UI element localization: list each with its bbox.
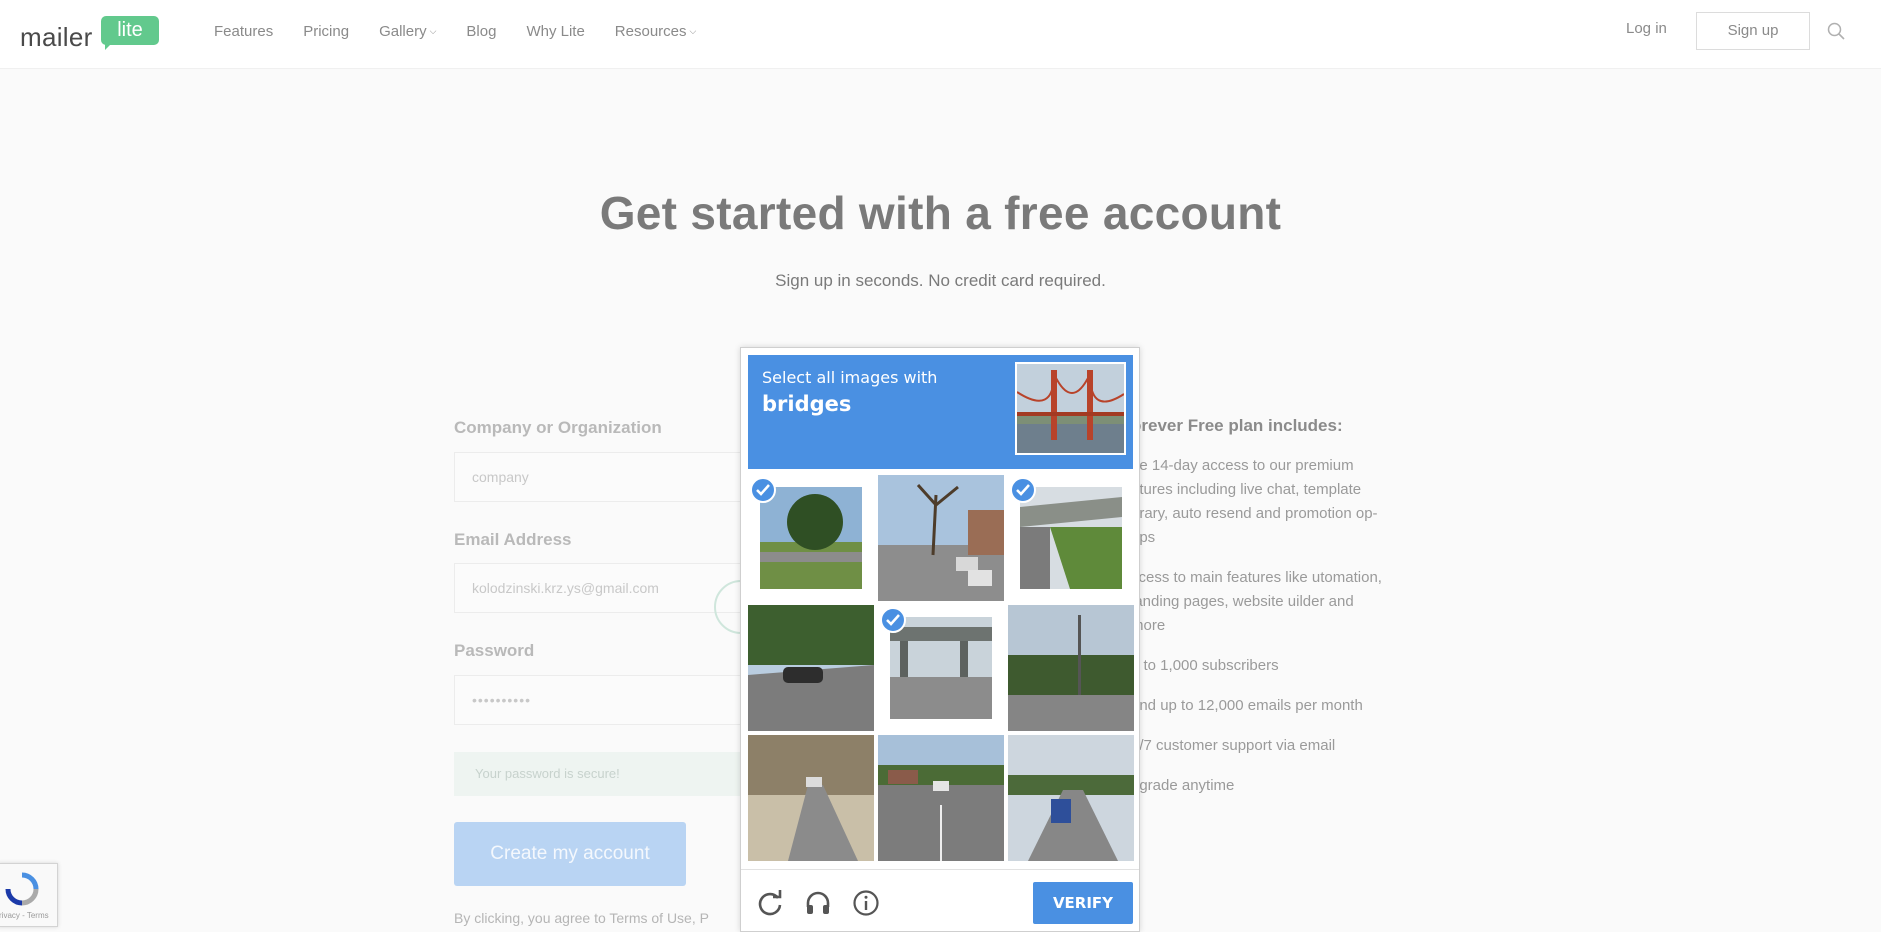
list-item: end up to 12,000 emails per month bbox=[1131, 697, 1363, 714]
headphones-icon[interactable] bbox=[804, 889, 832, 917]
company-label: Company or Organization bbox=[454, 418, 662, 437]
list-item: ccess to main features like utomation, l… bbox=[1131, 569, 1382, 634]
recaptcha-logo-icon bbox=[5, 872, 39, 906]
check-icon bbox=[880, 607, 906, 633]
captcha-footer: VERIFY bbox=[741, 869, 1139, 932]
site-header: mailer lite Features Pricing Gallery ⌵ Bl… bbox=[0, 0, 1881, 69]
list-item: pgrade anytime bbox=[1131, 777, 1235, 794]
captcha-image-grid bbox=[748, 475, 1134, 861]
email-label: Email Address bbox=[454, 530, 572, 549]
recaptcha-badge[interactable]: rivacy - Terms bbox=[0, 863, 58, 927]
list-item: ee 14-day access to our premium atures i… bbox=[1131, 457, 1378, 546]
nav-features-label: Features bbox=[214, 22, 274, 40]
logo-wordmark: mailer bbox=[20, 22, 93, 52]
refresh-icon[interactable] bbox=[756, 889, 784, 917]
free-plan-features: orever Free plan includes: ee 14-day acc… bbox=[1131, 416, 1391, 814]
nav-why-lite[interactable]: Why Lite bbox=[526, 23, 584, 40]
chevron-down-icon: ⌵ bbox=[429, 25, 437, 36]
nav-blog[interactable]: Blog bbox=[466, 23, 496, 40]
captcha-tile[interactable] bbox=[1008, 735, 1134, 861]
captcha-prompt: Select all images with bbox=[762, 368, 938, 387]
plan-title: orever Free plan includes: bbox=[1131, 416, 1343, 435]
verify-button[interactable]: VERIFY bbox=[1033, 882, 1133, 924]
captcha-tile[interactable] bbox=[748, 475, 874, 601]
nav-pricing[interactable]: Pricing bbox=[303, 23, 349, 40]
terms-text: By clicking, you agree to Terms of Use, … bbox=[454, 910, 709, 926]
captcha-tile[interactable] bbox=[1008, 475, 1134, 601]
nav-gallery[interactable]: Gallery ⌵ bbox=[379, 23, 436, 40]
nav-blog-label: Blog bbox=[466, 22, 497, 40]
main-nav: Features Pricing Gallery ⌵ Blog Why Lite … bbox=[214, 0, 726, 62]
create-account-button[interactable]: Create my account bbox=[454, 822, 686, 886]
captcha-challenge: Select all images with bridges VERIFY bbox=[740, 347, 1140, 932]
captcha-tile[interactable] bbox=[748, 605, 874, 731]
nav-features[interactable]: Features bbox=[214, 23, 273, 40]
nav-why-lite-label: Why Lite bbox=[526, 22, 585, 40]
info-icon[interactable] bbox=[852, 889, 880, 917]
page-subtitle: Sign up in seconds. No credit card requi… bbox=[775, 271, 1106, 290]
captcha-tile[interactable] bbox=[878, 605, 1004, 731]
captcha-tile[interactable] bbox=[1008, 605, 1134, 731]
search-icon[interactable] bbox=[1827, 22, 1845, 40]
logo-badge: lite bbox=[101, 16, 159, 45]
captcha-tile[interactable] bbox=[878, 475, 1004, 601]
nav-pricing-label: Pricing bbox=[303, 22, 350, 40]
signup-button[interactable]: Sign up bbox=[1696, 12, 1810, 50]
check-icon bbox=[750, 477, 776, 503]
chevron-down-icon: ⌵ bbox=[689, 25, 697, 36]
logo-badge-tail bbox=[105, 42, 113, 50]
nav-gallery-label: Gallery bbox=[379, 22, 427, 40]
captcha-header: Select all images with bridges bbox=[748, 355, 1133, 469]
password-label: Password bbox=[454, 641, 535, 660]
list-item: p to 1,000 subscribers bbox=[1131, 657, 1279, 674]
login-link[interactable]: Log in bbox=[1626, 20, 1667, 37]
check-icon bbox=[1010, 477, 1036, 503]
captcha-sample-image bbox=[1015, 362, 1126, 455]
captcha-tile[interactable] bbox=[748, 735, 874, 861]
recaptcha-privacy-text[interactable]: rivacy - Terms bbox=[0, 911, 49, 920]
captcha-target: bridges bbox=[762, 392, 852, 416]
nav-resources[interactable]: Resources ⌵ bbox=[615, 23, 697, 40]
page-title: Get started with a free account bbox=[599, 187, 1282, 239]
list-item: 4/7 customer support via email bbox=[1131, 737, 1336, 754]
nav-resources-label: Resources bbox=[614, 22, 687, 40]
captcha-tile[interactable] bbox=[878, 735, 1004, 861]
